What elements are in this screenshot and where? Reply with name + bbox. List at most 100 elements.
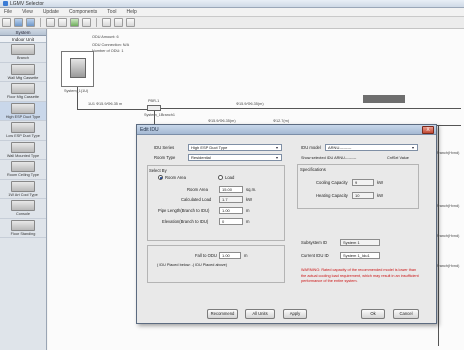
branch-icon xyxy=(11,44,35,56)
elevation-label: Elevation(Branch to IDU) xyxy=(162,219,209,224)
select-by-label: Select By xyxy=(149,168,167,173)
pipe-line xyxy=(161,108,461,109)
zoom-out-icon[interactable] xyxy=(114,18,123,27)
calculated-load-input[interactable]: 1.7 xyxy=(219,196,243,203)
sidebar-header[interactable]: System xyxy=(0,29,46,36)
show-selected-label: Show selected IDU ARNU--------- xyxy=(301,156,357,160)
current-idu-id-input[interactable]: System 1_Idu1 xyxy=(340,252,380,259)
menu-components[interactable]: Components xyxy=(69,9,97,15)
sidebar-item-high-esp-duct[interactable]: High ESP Duct Type xyxy=(0,101,46,121)
cassette-icon xyxy=(11,83,35,95)
redo-icon[interactable] xyxy=(58,18,67,27)
outdoor-unit[interactable] xyxy=(61,51,94,87)
report-icon[interactable] xyxy=(82,18,91,27)
capacity-warning: WARNING: Rated capacity of the recommend… xyxy=(301,268,419,283)
pipe-length-input[interactable]: 1.00 xyxy=(219,207,243,214)
toolbar-divider xyxy=(40,18,41,27)
idu-model-select[interactable]: ARNU--------- ▾ xyxy=(325,144,418,151)
sidebar-item-low-esp-duct[interactable]: Low ESP Duct Type xyxy=(0,121,46,141)
fall-to-odu-input[interactable]: 1.00 xyxy=(219,252,241,259)
ok-button[interactable]: Ok xyxy=(361,309,385,319)
component-sidebar: System Indoor Unit Branch Wall Mtg Casse… xyxy=(0,29,47,350)
sidebar-item-label: High ESP Duct Type xyxy=(5,114,41,119)
sidebar-item-label: Branch xyxy=(16,56,30,61)
room-type-label: Room Type xyxy=(154,155,176,160)
branch-side-label: Branch(Hvnd) xyxy=(436,151,460,155)
idu-series-label: IDU Series xyxy=(154,145,175,150)
cooling-capacity-value: 9 xyxy=(352,179,374,186)
sidebar-item-console[interactable]: Console xyxy=(0,199,46,219)
pipe-length-label: Pipe Length(Branch to IDU) xyxy=(158,208,210,213)
chevron-down-icon: ▾ xyxy=(412,145,415,150)
load-radio[interactable] xyxy=(218,175,223,180)
subsystem-id-value: System 1 xyxy=(340,239,380,246)
duct-icon xyxy=(11,102,35,114)
sidebar-item-art-cool[interactable]: 1W Art Cool Type xyxy=(0,180,46,199)
cooling-capacity-label: Cooling Capacity xyxy=(316,180,348,185)
sidebar-item-room-ceiling[interactable]: Room Ceiling Type xyxy=(0,160,46,180)
sidebar-item-label: Wall Mtg Cassette xyxy=(7,75,39,80)
menu-tool[interactable]: Tool xyxy=(107,9,116,15)
idu-model-value: ARNU--------- xyxy=(328,145,352,150)
room-type-select[interactable]: Residential ▾ xyxy=(188,154,282,161)
branch-label: System_1Branch1 xyxy=(144,113,176,117)
elevation-input[interactable]: 0 xyxy=(219,218,243,225)
fit-icon[interactable] xyxy=(126,18,135,27)
sidebar-item-floor-cassette[interactable]: Floor Mtg Cassette xyxy=(0,82,46,102)
undo-icon[interactable] xyxy=(46,18,55,27)
pipe-length-unit: m xyxy=(246,208,250,213)
room-area-input[interactable]: 15.00 xyxy=(219,186,243,193)
toolbar xyxy=(0,17,464,29)
menu-bar: File View Update Components Tool Help xyxy=(0,8,464,17)
duct-icon xyxy=(11,122,35,134)
recommend-button[interactable]: Recommend xyxy=(207,309,238,319)
close-button[interactable]: X xyxy=(422,126,434,134)
zoom-in-icon[interactable] xyxy=(102,18,111,27)
open-folder-icon[interactable] xyxy=(14,18,23,27)
pipe-size-label: Φ15.9/Φ6.35(m) xyxy=(208,119,236,123)
pipe-size-label: 1U1 Φ15.9/Φ6.35 m xyxy=(88,102,123,106)
print-icon[interactable] xyxy=(70,18,79,27)
sidebar-item-branch[interactable]: Branch xyxy=(0,43,46,63)
menu-file[interactable]: File xyxy=(4,9,12,15)
menu-view[interactable]: View xyxy=(22,9,33,15)
menu-help[interactable]: Help xyxy=(126,9,136,15)
sidebar-item-floor-standing[interactable]: Floor Standing xyxy=(0,219,46,238)
sidebar-item-label: Console xyxy=(16,212,30,217)
window-title: LGMV Selector xyxy=(10,0,44,7)
wall-unit-icon xyxy=(11,141,35,153)
sidebar-item-label: Low ESP Duct Type xyxy=(6,134,40,139)
pipe-line xyxy=(77,87,78,109)
sidebar-item-wall-cassette[interactable]: Wall Mtg Cassette xyxy=(0,63,46,82)
pipe-line xyxy=(438,126,439,346)
all-units-button[interactable]: All Units xyxy=(245,309,275,319)
title-bar: LGMV Selector xyxy=(0,0,464,8)
pipe-line xyxy=(77,109,147,110)
app-window: LGMV Selector File View Update Component… xyxy=(0,0,464,350)
dialog-title-bar[interactable]: Edit IDU xyxy=(137,125,436,135)
menu-update[interactable]: Update xyxy=(43,9,59,15)
room-area-radio[interactable] xyxy=(158,175,163,180)
sidebar-item-label: 1W Art Cool Type xyxy=(8,192,38,197)
dialog-title: Edit IDU xyxy=(140,126,159,133)
sidebar-item-wall-mounted[interactable]: Wall Mounted Type xyxy=(0,141,46,160)
heating-capacity-unit: kW xyxy=(377,193,384,198)
new-file-icon[interactable] xyxy=(2,18,11,27)
pipe-size-label: Φ15.9/Φ6.35(m) xyxy=(236,102,264,106)
load-radio-label: Load xyxy=(225,175,235,180)
set-value-label: CnfSel Value xyxy=(387,156,409,160)
fall-to-odu-unit: m xyxy=(244,253,248,258)
odu-note: ODU Connection: N/A xyxy=(92,43,130,47)
idu-series-select[interactable]: High ESP Duct Type ▾ xyxy=(188,144,282,151)
branch-side-label: Branch(Hvnd) xyxy=(436,234,460,238)
branch-label: PBR-1 xyxy=(148,99,160,103)
sidebar-item-label: Floor Standing xyxy=(10,231,36,236)
apply-button[interactable]: Apply xyxy=(283,309,307,319)
branch-side-label: Branch(Hvnd) xyxy=(436,204,460,208)
toolbar-divider xyxy=(96,18,97,27)
ceiling-unit-icon xyxy=(11,161,35,173)
app-icon xyxy=(3,1,8,6)
save-icon[interactable] xyxy=(26,18,35,27)
sidebar-subheader[interactable]: Indoor Unit xyxy=(0,36,46,43)
cancel-button[interactable]: Cancel xyxy=(393,309,419,319)
